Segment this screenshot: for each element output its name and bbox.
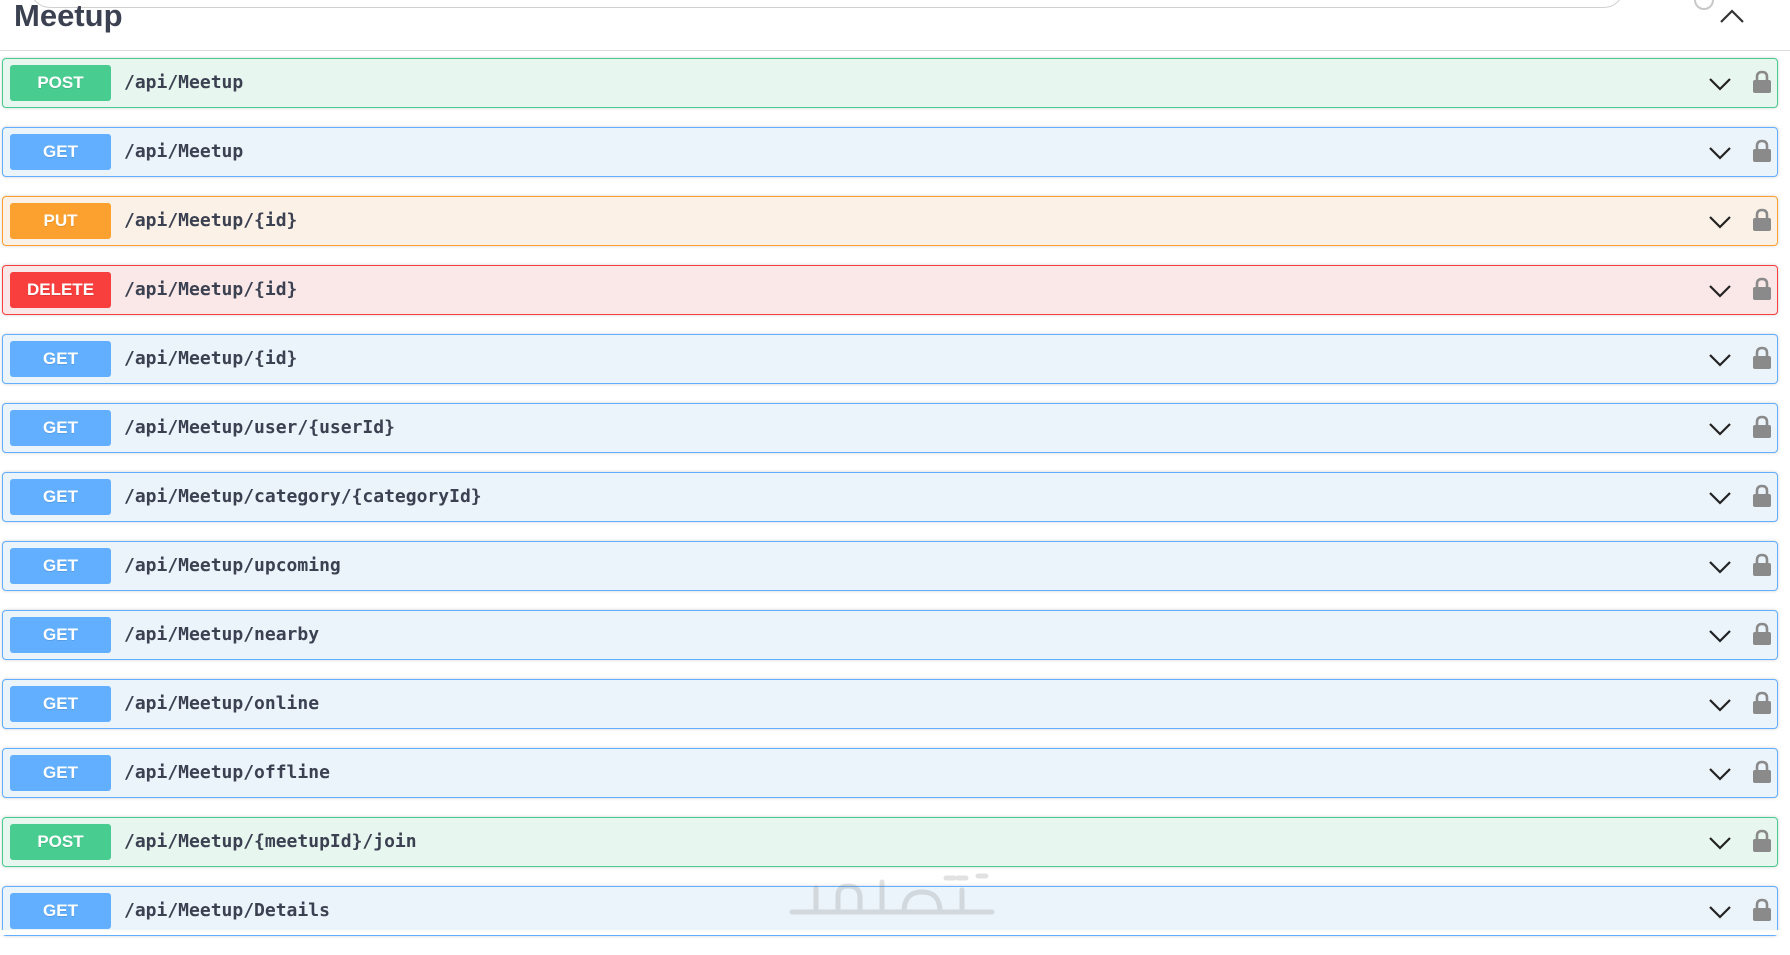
chevron-down-icon[interactable] [1707, 280, 1733, 302]
method-badge: GET [10, 410, 111, 446]
endpoint-path: /api/Meetup/nearby [124, 624, 320, 645]
method-badge: GET [10, 686, 111, 722]
method-badge: GET [10, 134, 111, 170]
lock-icon[interactable] [1751, 690, 1773, 716]
method-badge: GET [10, 479, 111, 515]
operation-row-get[interactable]: GET/api/Meetup/online [2, 679, 1778, 729]
operation-row-post[interactable]: POST/api/Meetup [2, 58, 1778, 108]
operation-row-get[interactable]: GET/api/Meetup/user/{userId} [2, 403, 1778, 453]
operation-row-get[interactable]: GET/api/Meetup/upcoming [2, 541, 1778, 591]
lock-icon[interactable] [1751, 207, 1773, 233]
operation-row-get[interactable]: GET/api/Meetup/category/{categoryId} [2, 472, 1778, 522]
section-header-meetup[interactable]: Meetup [0, 0, 1790, 51]
lock-icon[interactable] [1751, 69, 1773, 95]
method-badge: GET [10, 617, 111, 653]
bottom-edge [0, 930, 1790, 935]
lock-icon[interactable] [1751, 483, 1773, 509]
endpoint-path: /api/Meetup/offline [124, 762, 330, 783]
endpoint-path: /api/Meetup [124, 141, 244, 162]
endpoint-path: /api/Meetup [124, 72, 244, 93]
chevron-down-icon[interactable] [1707, 694, 1733, 716]
operation-row-put[interactable]: PUT/api/Meetup/{id} [2, 196, 1778, 246]
lock-icon[interactable] [1751, 414, 1773, 440]
method-badge: GET [10, 755, 111, 791]
lock-icon[interactable] [1751, 897, 1773, 923]
operation-row-get[interactable]: GET/api/Meetup/{id} [2, 334, 1778, 384]
lock-icon[interactable] [1751, 552, 1773, 578]
chevron-down-icon[interactable] [1707, 142, 1733, 164]
method-badge: POST [10, 824, 111, 860]
chevron-down-icon[interactable] [1707, 487, 1733, 509]
endpoint-path: /api/Meetup/user/{userId} [124, 417, 395, 438]
method-badge: GET [10, 893, 111, 929]
chevron-down-icon[interactable] [1707, 832, 1733, 854]
method-badge: GET [10, 548, 111, 584]
chevron-down-icon[interactable] [1707, 211, 1733, 233]
endpoint-path: /api/Meetup/category/{categoryId} [124, 486, 482, 507]
chevron-down-icon[interactable] [1707, 556, 1733, 578]
operation-row-get[interactable]: GET/api/Meetup/nearby [2, 610, 1778, 660]
endpoint-path: /api/Meetup/upcoming [124, 555, 341, 576]
method-badge: PUT [10, 203, 111, 239]
chevron-down-icon[interactable] [1707, 901, 1733, 923]
chevron-down-icon[interactable] [1707, 625, 1733, 647]
method-badge: GET [10, 341, 111, 377]
chevron-down-icon[interactable] [1707, 763, 1733, 785]
chevron-up-icon[interactable] [1718, 6, 1746, 26]
chevron-down-icon[interactable] [1707, 418, 1733, 440]
section-title: Meetup [14, 0, 123, 33]
lock-icon[interactable] [1751, 621, 1773, 647]
operation-row-get[interactable]: GET/api/Meetup [2, 127, 1778, 177]
chevron-down-icon[interactable] [1707, 73, 1733, 95]
endpoint-path: /api/Meetup/{id} [124, 279, 298, 300]
endpoint-path: /api/Meetup/{id} [124, 210, 298, 231]
operation-row-get[interactable]: GET/api/Meetup/offline [2, 748, 1778, 798]
method-badge: POST [10, 65, 111, 101]
endpoint-path: /api/Meetup/Details [124, 900, 330, 921]
watermark-logo [789, 873, 995, 915]
lock-icon[interactable] [1751, 759, 1773, 785]
endpoint-path: /api/Meetup/{id} [124, 348, 298, 369]
lock-icon[interactable] [1751, 138, 1773, 164]
operation-row-delete[interactable]: DELETE/api/Meetup/{id} [2, 265, 1778, 315]
chevron-down-icon[interactable] [1707, 349, 1733, 371]
lock-icon[interactable] [1751, 828, 1773, 854]
operation-row-post[interactable]: POST/api/Meetup/{meetupId}/join [2, 817, 1778, 867]
operations-list: POST/api/Meetup GET/api/Meetup PUT/api/Mee… [2, 58, 1778, 955]
endpoint-path: /api/Meetup/online [124, 693, 320, 714]
endpoint-path: /api/Meetup/{meetupId}/join [124, 831, 417, 852]
method-badge: DELETE [10, 272, 111, 308]
lock-icon[interactable] [1751, 276, 1773, 302]
lock-icon[interactable] [1751, 345, 1773, 371]
